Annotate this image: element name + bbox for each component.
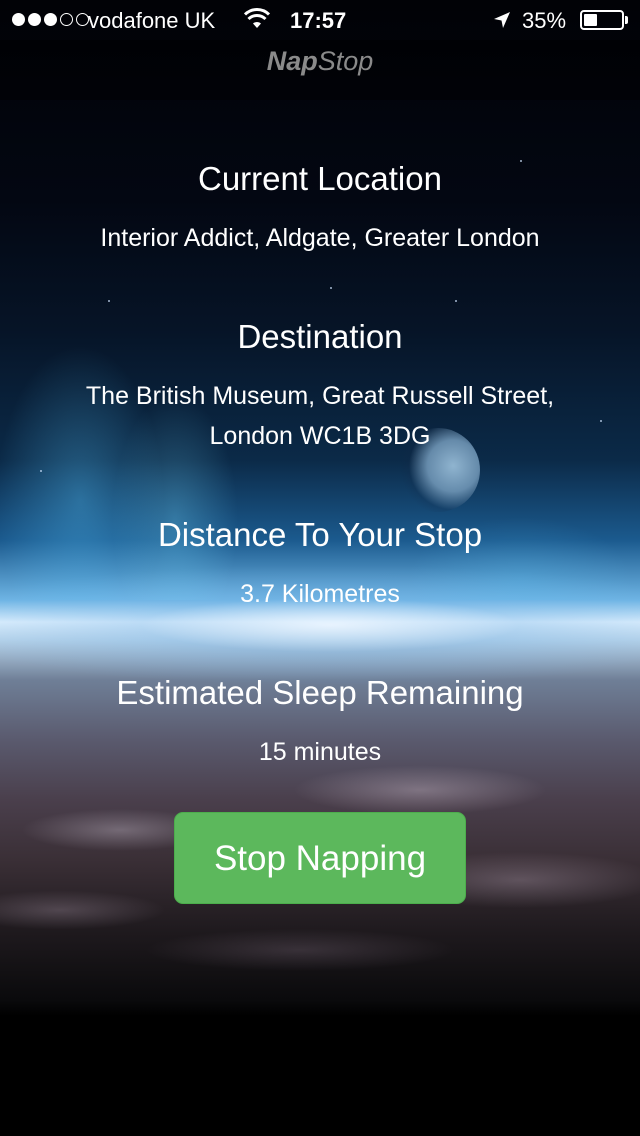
signal-dot: [28, 13, 41, 26]
destination-line-1: The British Museum, Great Russell Street…: [85, 382, 555, 410]
signal-strength-icon: [12, 13, 89, 26]
status-bar: vodafone UK 17:57 35%: [0, 0, 640, 40]
distance-heading: Distance To Your Stop: [157, 516, 483, 553]
distance-value: 3.7 Kilometres: [240, 580, 400, 608]
destination-heading: Destination: [237, 318, 403, 355]
destination-line-2: London WC1B 3DG: [209, 422, 431, 450]
star: [455, 300, 457, 302]
napstop-screen: vodafone UK 17:57 35% NapStop Current Lo…: [0, 0, 640, 1136]
nav-bar: NapStop: [0, 40, 640, 100]
star: [40, 470, 42, 472]
stop-napping-button[interactable]: Stop Napping: [174, 812, 466, 904]
battery-icon: [580, 10, 624, 30]
destination-value: The British Museum, Great Russell Street…: [30, 376, 610, 456]
wifi-icon: [244, 8, 270, 28]
battery-level-fill: [584, 14, 597, 26]
star: [330, 287, 332, 289]
location-arrow-icon: [494, 12, 510, 28]
battery-tip: [625, 16, 628, 24]
signal-dot: [60, 13, 73, 26]
sleep-remaining-heading: Estimated Sleep Remaining: [116, 674, 524, 711]
battery-percent: 35%: [522, 8, 567, 33]
carrier-name: vodafone UK: [88, 8, 216, 33]
current-location-value: Interior Addict, Aldgate, Greater London: [100, 224, 540, 252]
app-title-rest: Stop: [317, 46, 374, 76]
star: [108, 300, 110, 302]
signal-dot: [44, 13, 57, 26]
bottom-bar: [0, 1016, 640, 1136]
current-location-heading: Current Location: [198, 160, 442, 197]
app-title: NapStop: [0, 46, 640, 77]
sleep-remaining-value: 15 minutes: [258, 738, 382, 766]
status-time: 17:57: [290, 8, 347, 33]
signal-dot: [12, 13, 25, 26]
app-title-bold: Nap: [266, 46, 318, 76]
